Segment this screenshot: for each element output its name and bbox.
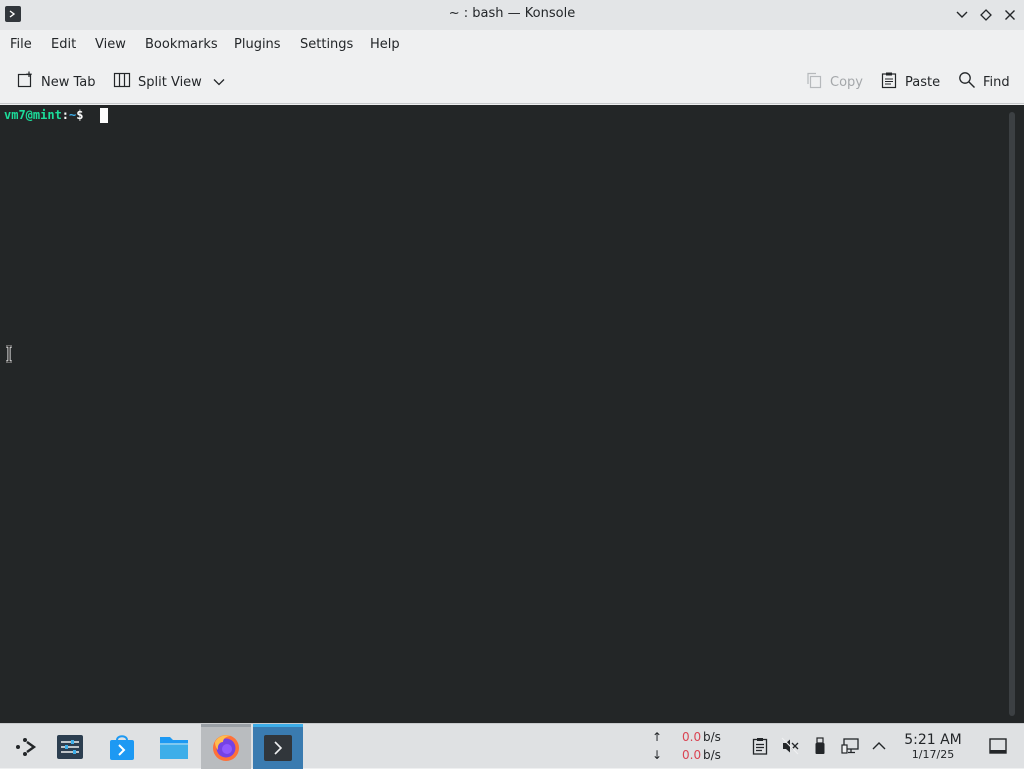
prompt-user-host: vm7@mint (4, 108, 62, 122)
copy-button[interactable]: Copy (805, 70, 863, 94)
network-speed-widget[interactable]: ↑ 0.0 b/s ↓ 0.0 b/s (650, 730, 730, 764)
split-view-icon (113, 71, 131, 93)
upload-speed-value: 0.0 (682, 730, 702, 744)
tray-expand-icon[interactable] (870, 737, 888, 755)
network-upload-row: ↑ 0.0 b/s (650, 730, 730, 746)
prompt-colon: : (61, 108, 70, 122)
terminal-scrollbar[interactable] (1009, 112, 1015, 716)
search-icon (958, 71, 976, 93)
maximize-icon[interactable] (976, 5, 996, 25)
removable-device-icon[interactable] (811, 737, 829, 755)
menu-plugins[interactable]: Plugins (234, 37, 281, 52)
split-view-button[interactable]: Split View (113, 70, 225, 94)
menu-bookmarks[interactable]: Bookmarks (145, 37, 218, 52)
file-manager-icon[interactable] (149, 724, 199, 769)
konsole-icon[interactable] (253, 724, 303, 769)
paste-icon (880, 71, 898, 93)
split-view-label: Split View (138, 74, 202, 90)
network-download-row: ↓ 0.0 b/s (650, 748, 730, 764)
taskbar: ↑ 0.0 b/s ↓ 0.0 b/s 5:21 AM 1/17/25 (0, 723, 1024, 769)
download-arrow-icon: ↓ (652, 748, 663, 762)
copy-label: Copy (830, 74, 863, 90)
terminal-area[interactable]: vm7@mint:~$ (0, 105, 1024, 723)
minimize-icon[interactable] (952, 5, 972, 25)
prompt-dollar: $ (76, 108, 84, 122)
title-bar[interactable]: ~ : bash — Konsole (0, 0, 1024, 30)
menu-help[interactable]: Help (370, 37, 400, 52)
discover-store-icon[interactable] (97, 724, 147, 769)
menu-file[interactable]: File (10, 37, 32, 52)
ibeam-pointer-icon (5, 344, 13, 366)
new-tab-button[interactable]: New Tab (16, 70, 96, 94)
system-settings-icon[interactable] (45, 724, 95, 769)
paste-label: Paste (905, 74, 941, 90)
find-button[interactable]: Find (958, 70, 1010, 94)
menu-view[interactable]: View (95, 37, 126, 52)
find-label: Find (983, 74, 1010, 90)
copy-icon (805, 71, 823, 93)
volume-muted-icon[interactable] (781, 737, 799, 755)
clock-time: 5:21 AM (904, 732, 962, 748)
upload-speed-unit: b/s (703, 730, 721, 744)
window-title: ~ : bash — Konsole (448, 6, 576, 21)
new-tab-label: New Tab (41, 74, 96, 90)
menu-bar: File Edit View Bookmarks Plugins Setting… (0, 30, 1024, 60)
download-speed-unit: b/s (703, 748, 721, 762)
text-cursor (100, 108, 108, 123)
upload-arrow-icon: ↑ (652, 730, 663, 744)
download-speed-value: 0.0 (682, 748, 702, 762)
clipboard-icon[interactable] (751, 737, 769, 755)
paste-button[interactable]: Paste (880, 70, 940, 94)
clock-date: 1/17/25 (911, 748, 955, 761)
close-icon[interactable] (1000, 5, 1020, 25)
new-tab-icon (16, 71, 34, 93)
application-launcher-icon[interactable] (0, 724, 50, 769)
chevron-down-icon[interactable] (213, 75, 225, 90)
menu-settings[interactable]: Settings (300, 37, 353, 52)
menu-edit[interactable]: Edit (51, 37, 76, 52)
toolbar: New Tab Split View Copy Paste Find (0, 60, 1024, 104)
shell-prompt: vm7@mint:~$ (4, 108, 84, 122)
digital-clock[interactable]: 5:21 AM 1/17/25 (896, 732, 970, 761)
network-wired-icon[interactable] (841, 737, 859, 755)
show-desktop-icon[interactable] (989, 737, 1007, 755)
firefox-icon[interactable] (201, 724, 251, 769)
